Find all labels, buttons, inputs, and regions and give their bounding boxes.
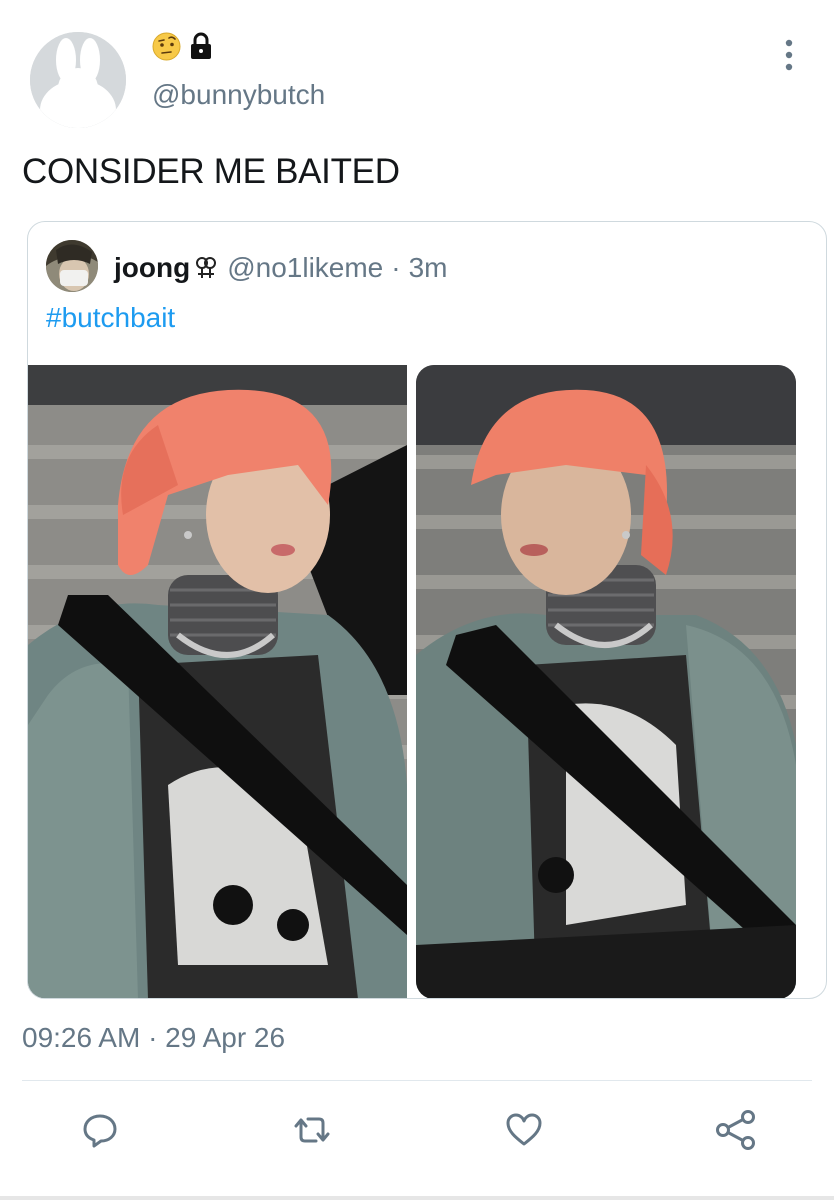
- quoted-tweet[interactable]: joong @no1likeme · 3m #butchbait: [27, 221, 827, 999]
- status-icons: [152, 30, 213, 62]
- photo-right[interactable]: [416, 365, 796, 998]
- quoted-avatar[interactable]: [46, 240, 98, 292]
- raised-eyebrow-face-icon: [152, 32, 181, 60]
- share-icon: [716, 1110, 755, 1150]
- photo-left-image: [28, 365, 407, 998]
- quoted-display-name[interactable]: joong: [114, 252, 190, 284]
- quoted-time[interactable]: 3m: [409, 252, 448, 284]
- retweet-icon: [294, 1117, 330, 1143]
- author-handle[interactable]: @bunnybutch: [152, 79, 325, 111]
- bottom-edge: [0, 1196, 834, 1200]
- divider: [22, 1080, 812, 1081]
- share-button[interactable]: [714, 1108, 758, 1152]
- quoted-handle[interactable]: @no1likeme: [227, 252, 383, 284]
- reply-button[interactable]: [78, 1108, 122, 1152]
- bunny-avatar-icon: [30, 32, 126, 128]
- lock-icon: [191, 32, 211, 59]
- quoted-header: joong @no1likeme · 3m: [114, 252, 448, 284]
- like-button[interactable]: [502, 1108, 546, 1152]
- hashtag-link[interactable]: #butchbait: [46, 302, 175, 334]
- tweet-timestamp[interactable]: 09:26 AM · 29 Apr 26: [22, 1022, 285, 1054]
- photo-left[interactable]: [28, 365, 407, 998]
- reply-icon: [83, 1114, 117, 1148]
- like-icon: [506, 1113, 542, 1146]
- tweet-text: CONSIDER ME BAITED: [22, 152, 400, 191]
- retweet-button[interactable]: [290, 1108, 334, 1152]
- quoted-avatar-image: [46, 240, 98, 292]
- photo-right-image: [416, 365, 796, 998]
- separator-dot: ·: [391, 252, 401, 283]
- double-female-sign-icon: [196, 257, 217, 278]
- more-options-icon[interactable]: [782, 38, 796, 72]
- avatar[interactable]: [30, 32, 126, 128]
